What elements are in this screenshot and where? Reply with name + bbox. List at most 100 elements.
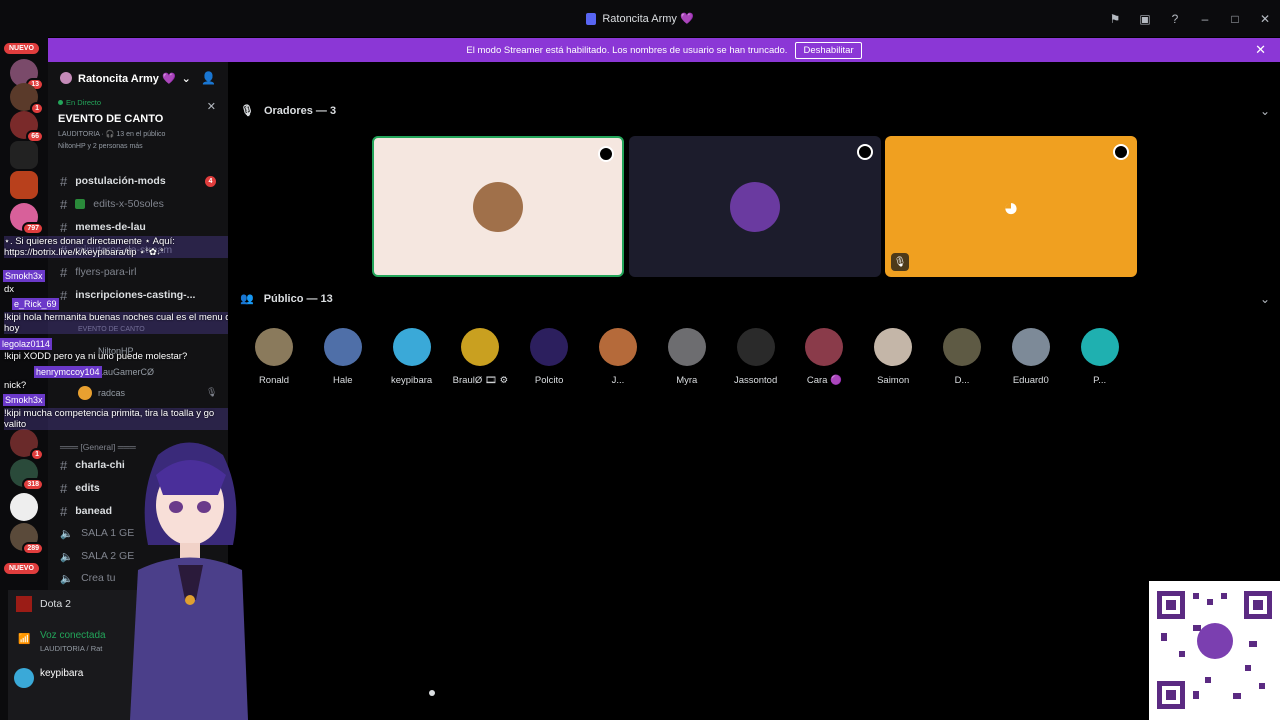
avatar bbox=[599, 328, 637, 366]
close-window-icon[interactable]: ✕ bbox=[1258, 12, 1272, 26]
server-icon[interactable] bbox=[10, 493, 38, 521]
server-icon[interactable]: 1 bbox=[10, 83, 44, 115]
username[interactable]: keypibara bbox=[40, 668, 83, 679]
voice-connected-status[interactable]: Voz conectada bbox=[40, 630, 106, 641]
hash-icon: # bbox=[60, 196, 68, 212]
chat-message: nick? bbox=[4, 380, 27, 391]
channel-inscripciones-casting[interactable]: # inscripciones-casting-... bbox=[48, 285, 228, 305]
donation-qr-code[interactable] bbox=[1149, 581, 1280, 720]
server-icon[interactable] bbox=[10, 171, 38, 199]
user-avatar[interactable] bbox=[14, 668, 34, 688]
live-label: En Directo bbox=[58, 98, 218, 107]
hash-icon: # bbox=[60, 503, 68, 519]
window-title: Ratoncita Army 💜 bbox=[586, 12, 694, 25]
disable-streamer-button[interactable]: Deshabilitar bbox=[795, 41, 862, 59]
avatar bbox=[392, 328, 431, 366]
screen-share-icon[interactable]: ▣ bbox=[1138, 12, 1152, 26]
audience-member[interactable]: Polcito bbox=[519, 328, 579, 386]
chat-username: Smokh3x bbox=[3, 270, 45, 282]
hash-icon: # bbox=[60, 287, 68, 303]
audience-name: Hale bbox=[333, 375, 353, 386]
microphone-icon: 🎙 bbox=[240, 105, 254, 117]
inbox-flag-icon[interactable]: ⚑ bbox=[1108, 12, 1122, 26]
audience-name: Saimon bbox=[877, 375, 910, 386]
audience-member[interactable]: Cara 🟣 bbox=[794, 328, 854, 386]
audience-member[interactable]: BraulØ 🎞 ⚙ bbox=[450, 328, 510, 386]
audience-member[interactable]: Jassontod bbox=[726, 328, 786, 386]
speaker-icon: 🔈 bbox=[60, 550, 74, 563]
chat-message: ⋆. Si quieres donar directamente ⋆ Aquí:… bbox=[4, 236, 238, 258]
channel-label: edits-x-50soles bbox=[93, 198, 164, 210]
chevron-down-icon[interactable]: ⌄ bbox=[1260, 292, 1270, 306]
maximize-icon[interactable]: □ bbox=[1228, 12, 1242, 26]
server-icon[interactable] bbox=[10, 141, 38, 169]
channel-memes-de-lau[interactable]: # memes-de-lau bbox=[48, 217, 228, 237]
audience-member[interactable]: Eduard0 bbox=[1001, 328, 1061, 386]
help-icon[interactable]: ? bbox=[1168, 12, 1182, 26]
cursor-dot bbox=[429, 690, 435, 696]
voice-user[interactable]: LauGamerCØ bbox=[98, 367, 154, 377]
server-icon[interactable]: 289 bbox=[10, 523, 44, 555]
add-member-icon[interactable]: 👤 bbox=[201, 71, 216, 85]
audience-member[interactable]: Ronald bbox=[244, 328, 304, 386]
chat-message: !kipi XODD pero ya ni uno puede molestar… bbox=[4, 351, 188, 362]
nuevo-badge: NUEVO bbox=[4, 563, 39, 574]
server-icon[interactable]: 318 bbox=[10, 459, 44, 491]
chat-message: dx bbox=[4, 284, 15, 295]
server-badge: 797 bbox=[22, 222, 44, 235]
audience-name: Polcito bbox=[534, 375, 564, 386]
hash-icon: # bbox=[60, 219, 68, 235]
audience-member[interactable]: D... bbox=[932, 328, 992, 386]
chevron-down-icon[interactable]: ⌄ bbox=[1260, 104, 1270, 118]
channel-label: edits bbox=[75, 482, 100, 494]
audience-member[interactable]: Hale bbox=[313, 328, 373, 386]
audience-member[interactable]: Myra bbox=[657, 328, 717, 386]
muted-mic-icon: 🎙 bbox=[206, 387, 218, 397]
avatar bbox=[1011, 328, 1050, 366]
server-header[interactable]: Ratoncita Army 💜 ⌄ 👤 bbox=[48, 62, 228, 94]
avatar bbox=[473, 181, 523, 232]
muted-mic-icon: 🎙 bbox=[891, 253, 909, 271]
event-people: NiltonHP y 2 personas más bbox=[58, 143, 143, 150]
server-icon[interactable]: 797 bbox=[10, 203, 44, 235]
moderator-shield-icon bbox=[1113, 144, 1129, 160]
speaker-tile[interactable] bbox=[629, 136, 881, 277]
close-event-icon[interactable]: ✕ bbox=[207, 100, 216, 113]
live-event-card[interactable]: En Directo EVENTO DE CANTO LAUDITORIA · … bbox=[48, 94, 228, 154]
avatar bbox=[943, 328, 981, 366]
avatar bbox=[461, 328, 500, 366]
audience-name: J... bbox=[611, 375, 625, 386]
channel-flyers-para-irl[interactable]: # flyers-para-irl bbox=[48, 262, 228, 282]
audience-member[interactable]: J... bbox=[588, 328, 648, 386]
moderator-shield-icon bbox=[598, 146, 614, 162]
channel-edits-x-50soles[interactable]: # edits-x-50soles bbox=[48, 194, 228, 214]
chat-username: e_Rick_69 bbox=[12, 298, 59, 310]
speaker-tile[interactable] bbox=[372, 136, 624, 277]
avatar bbox=[805, 328, 844, 366]
close-banner-icon[interactable]: ✕ bbox=[1255, 42, 1266, 58]
speaker-icon: 🔈 bbox=[60, 527, 74, 540]
speakers-label: Oradores — 3 bbox=[263, 104, 337, 117]
chat-username: Smokh3x bbox=[3, 394, 45, 406]
audience-header[interactable]: 👥 Público — 13 bbox=[240, 292, 333, 306]
audience-name: P... bbox=[1093, 375, 1107, 386]
voice-user[interactable]: radcas bbox=[98, 388, 125, 398]
speakers-header[interactable]: 🎙 Oradores — 3 bbox=[240, 104, 337, 118]
hash-icon: # bbox=[60, 480, 68, 496]
minimize-icon[interactable]: – bbox=[1198, 12, 1212, 26]
speaker-tile[interactable]: ◕ 🎙 bbox=[885, 136, 1137, 277]
server-logo-icon bbox=[586, 12, 597, 25]
chat-message: !kipi hola hermanita buenas noches cual … bbox=[4, 312, 238, 334]
speaker-icon: 🔈 bbox=[60, 572, 74, 585]
activity-name: Dota 2 bbox=[40, 598, 71, 610]
audience-name: BraulØ 🎞 ⚙ bbox=[452, 375, 509, 386]
channel-postulacion-mods[interactable]: # postulación-mods 4 bbox=[48, 171, 228, 191]
server-icon[interactable]: 1 bbox=[10, 429, 44, 461]
streamer-mode-text: El modo Streamer está habilitado. Los no… bbox=[466, 44, 788, 56]
audience-member[interactable]: keypibara bbox=[382, 328, 442, 386]
channel-label: banead bbox=[75, 505, 112, 517]
audience-member[interactable]: P... bbox=[1070, 328, 1130, 386]
audience-name: Myra bbox=[676, 375, 698, 386]
audience-member[interactable]: Saimon bbox=[863, 328, 923, 386]
server-icon[interactable]: 66 bbox=[10, 111, 44, 143]
